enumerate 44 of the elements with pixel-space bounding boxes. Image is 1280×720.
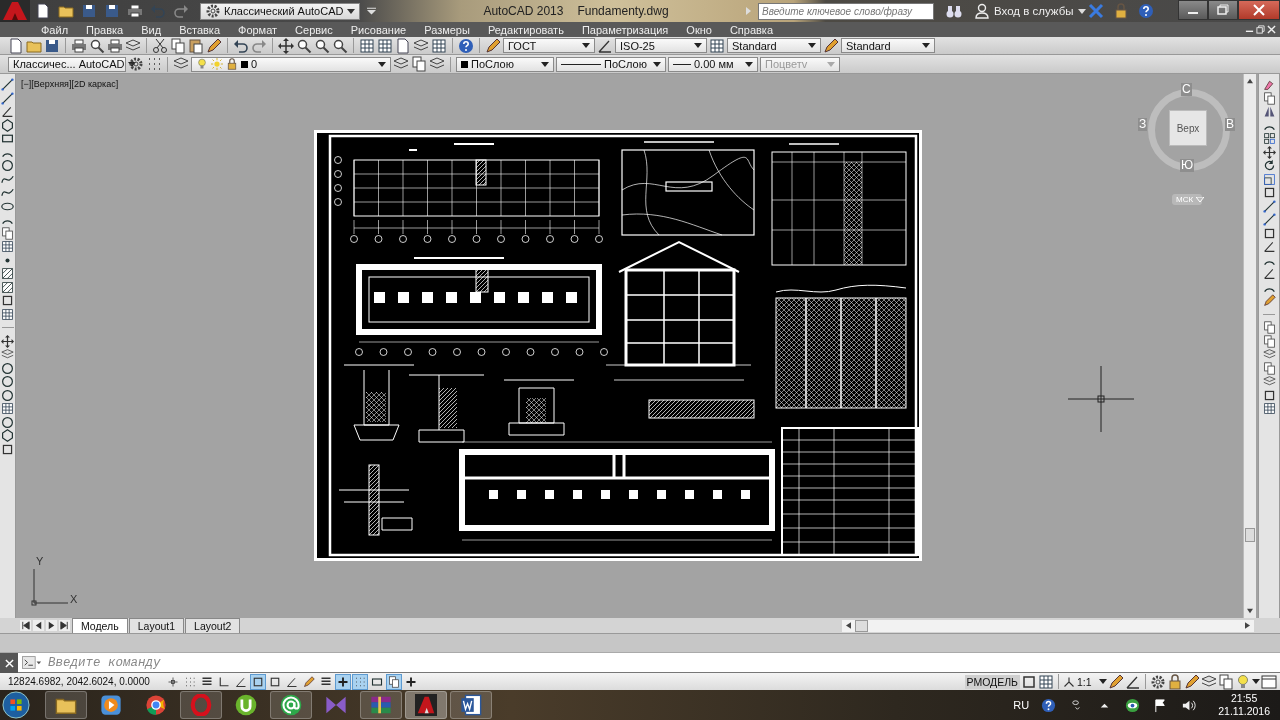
layout-tab[interactable]: Layout2 bbox=[185, 618, 241, 633]
search-field[interactable]: Введите ключевое слово/фразу bbox=[758, 2, 934, 20]
linetype-dropdown[interactable]: ПоСлою bbox=[556, 56, 666, 72]
dimension-style-dropdown[interactable]: ISO-25 bbox=[615, 38, 707, 53]
layout-tab[interactable]: Layout1 bbox=[128, 618, 185, 633]
multileader-style-dropdown[interactable]: Standard bbox=[841, 38, 935, 53]
menu-item[interactable]: Файл bbox=[32, 23, 78, 36]
menu-item[interactable]: Правка bbox=[77, 23, 133, 36]
annotation-scale-button[interactable]: 1:1 bbox=[1063, 675, 1107, 688]
menu-item[interactable]: Вставка bbox=[170, 23, 229, 36]
model-space-button[interactable]: РМОДЕЛЬ bbox=[964, 674, 1020, 689]
axis-label: X bbox=[70, 593, 78, 605]
menu-item[interactable]: Вид bbox=[132, 23, 171, 36]
menu-item[interactable]: Сервис bbox=[286, 23, 342, 36]
viewport-label[interactable]: [−][Верхняя][2D каркас] bbox=[21, 79, 119, 89]
menu-item[interactable]: Редактировать bbox=[478, 23, 573, 36]
layout-tab[interactable]: Модель bbox=[72, 618, 128, 633]
color-dropdown[interactable]: ПоСлою bbox=[456, 56, 554, 72]
language-indicator[interactable]: RU bbox=[1013, 699, 1030, 711]
menu-item[interactable]: Окно bbox=[677, 23, 721, 36]
lineweight-value: 0.00 мм bbox=[694, 58, 735, 70]
clock-time[interactable]: 21:55 bbox=[1230, 692, 1258, 705]
coordinates: 12824.6982, 2042.6024, 0.0000 bbox=[8, 676, 151, 687]
sign-in-button[interactable]: Вход в службы bbox=[974, 3, 1076, 19]
menu-item[interactable]: Формат bbox=[229, 23, 287, 36]
viewcube-face[interactable]: Верх bbox=[1169, 110, 1207, 146]
file-name: Fundamenty.dwg bbox=[577, 4, 669, 18]
menu-item[interactable]: Справка bbox=[720, 23, 783, 36]
layer-dropdown[interactable]: 0 bbox=[191, 56, 391, 72]
lineweight-dropdown[interactable]: 0.00 мм bbox=[668, 56, 758, 72]
layer-name: 0 bbox=[251, 58, 259, 70]
app-name: AutoCAD 2013 bbox=[483, 4, 564, 18]
text-style-dropdown[interactable]: ГОСТ bbox=[503, 38, 595, 53]
menu-item[interactable]: Рисование bbox=[341, 23, 416, 36]
table-style-dropdown[interactable]: Standard bbox=[727, 38, 821, 53]
workspace-dropdown[interactable]: Классический AutoCAD bbox=[200, 2, 360, 20]
menu-item[interactable]: Параметризация bbox=[572, 23, 678, 36]
linetype-value: ПоСлою bbox=[604, 58, 648, 70]
axis-label: Y bbox=[36, 555, 44, 567]
command-line-field[interactable]: Введите команду bbox=[18, 653, 1280, 673]
menu-item[interactable]: Размеры bbox=[415, 23, 479, 36]
command-input[interactable]: Введите команду bbox=[46, 654, 1280, 671]
clock-date[interactable]: 21.11.2016 bbox=[1218, 705, 1270, 718]
color-value: ПоСлою bbox=[471, 58, 515, 70]
